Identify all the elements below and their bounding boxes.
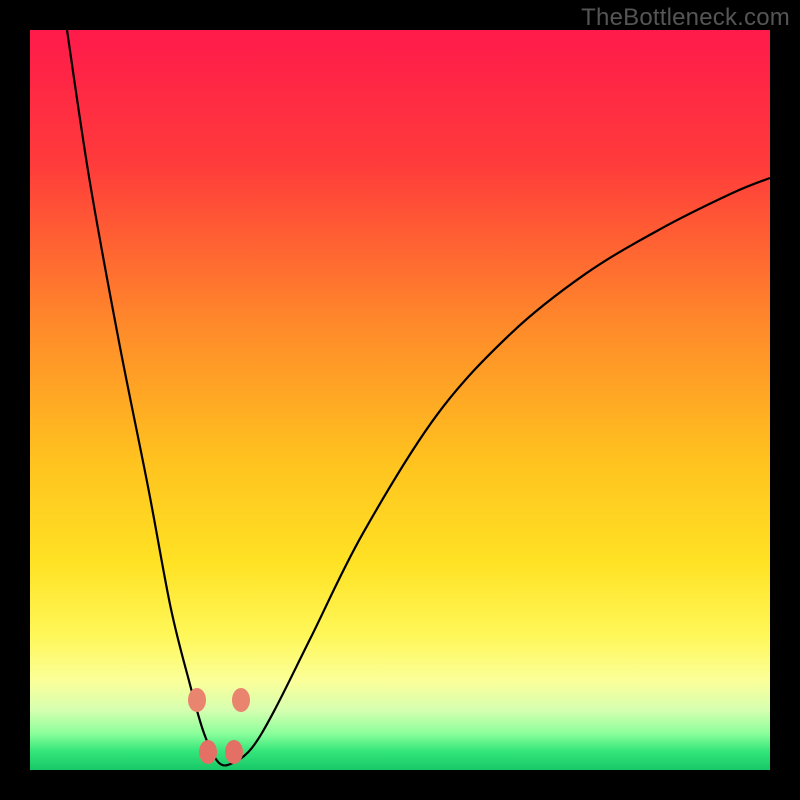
bottleneck-curve bbox=[30, 30, 770, 770]
curve-marker bbox=[199, 740, 217, 764]
chart-frame: TheBottleneck.com bbox=[0, 0, 800, 800]
curve-marker bbox=[188, 688, 206, 712]
curve-marker bbox=[225, 740, 243, 764]
plot-area bbox=[30, 30, 770, 770]
curve-marker bbox=[232, 688, 250, 712]
source-watermark: TheBottleneck.com bbox=[581, 4, 790, 32]
